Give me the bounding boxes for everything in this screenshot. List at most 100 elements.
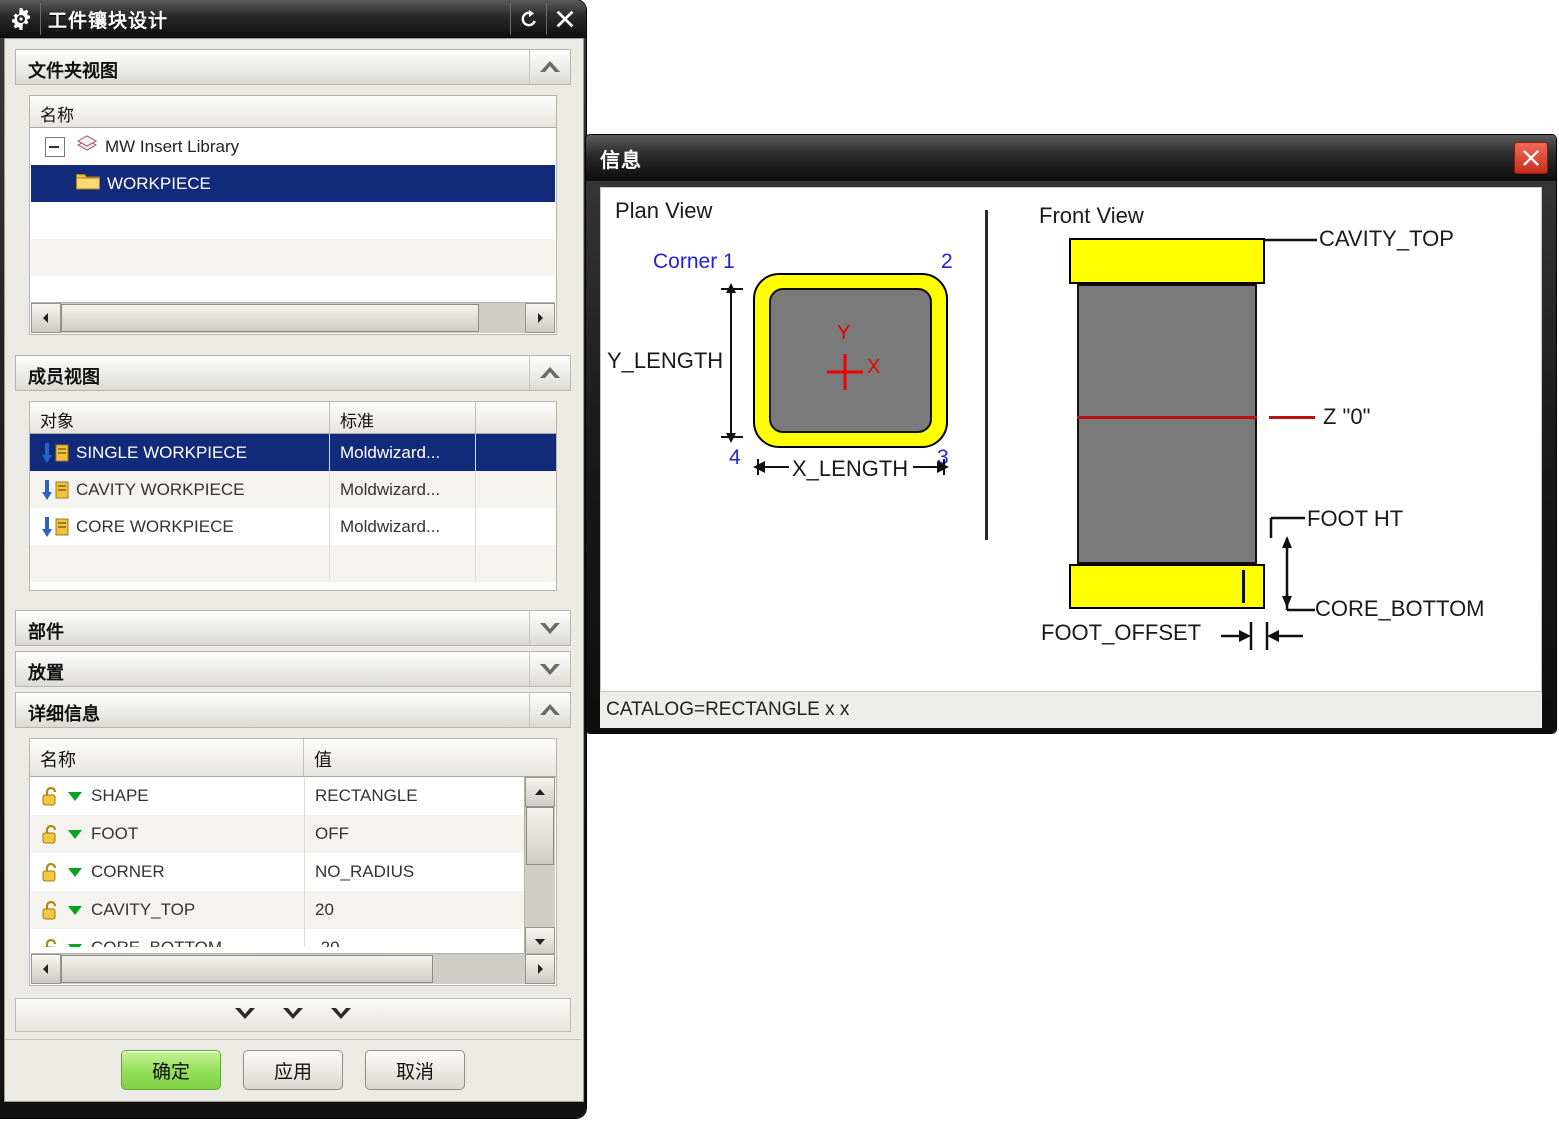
table-row[interactable]: CORE_BOTTOM -20 [31, 929, 527, 947]
folder-view-header[interactable]: 文件夹视图 [15, 49, 571, 85]
dropdown-triangle-icon[interactable] [67, 866, 83, 878]
details-value-cell[interactable]: RECTANGLE [305, 777, 527, 815]
unlock-icon[interactable] [41, 823, 61, 845]
close-icon[interactable] [1514, 142, 1548, 174]
details-section-header[interactable]: 详细信息 [15, 692, 571, 728]
tree-item-label: WORKPIECE [107, 173, 211, 193]
unlock-icon[interactable] [41, 785, 61, 807]
z-zero-line [1077, 416, 1257, 419]
parts-section-title: 部件 [28, 622, 64, 642]
member-icon [40, 516, 70, 538]
member-column-object: 对象 [30, 402, 330, 433]
axis-x-label: X [867, 356, 881, 378]
table-row[interactable]: SINGLE WORKPIECE Moldwizard... [30, 434, 556, 471]
details-name-label: FOOT [91, 824, 139, 843]
folder-tree[interactable]: MW Insert Library WORKPIECE [31, 128, 555, 300]
details-name-cell: CORNER [31, 853, 305, 891]
unlock-icon[interactable] [41, 899, 61, 921]
placement-section-header[interactable]: 放置 [15, 651, 571, 687]
details-name-label: CORNER [91, 862, 165, 881]
chevron-down-icon-3[interactable] [328, 1005, 354, 1026]
unlock-icon[interactable] [41, 861, 61, 883]
unlock-icon[interactable] [41, 937, 61, 947]
tree-empty-row [31, 202, 555, 239]
details-value-cell[interactable]: 20 [305, 891, 527, 929]
foot-ht-label: FOOT HT [1307, 506, 1404, 531]
dropdown-triangle-icon[interactable] [67, 828, 83, 840]
details-hscrollbar[interactable] [31, 953, 555, 984]
details-vscrollbar[interactable] [524, 777, 555, 957]
hscroll-track[interactable] [61, 303, 525, 333]
details-value-cell[interactable]: NO_RADIUS [305, 853, 527, 891]
details-table-header: 名称 值 [30, 739, 556, 777]
dropdown-triangle-icon[interactable] [67, 942, 83, 947]
more-options-bar[interactable] [15, 998, 571, 1032]
member-extra-cell [476, 434, 556, 471]
member-icon [40, 442, 70, 464]
apply-button[interactable]: 应用 [243, 1050, 343, 1090]
chevron-up-icon-folder-view[interactable] [529, 50, 570, 84]
vscroll-track[interactable] [525, 807, 555, 927]
titlebar-divider-3 [546, 3, 547, 35]
ok-button[interactable]: 确定 [121, 1050, 221, 1090]
member-view-header[interactable]: 成员视图 [15, 355, 571, 391]
dropdown-triangle-icon[interactable] [67, 790, 83, 802]
view-divider [985, 210, 988, 540]
details-value-cell[interactable]: OFF [305, 815, 527, 853]
cancel-button[interactable]: 取消 [365, 1050, 465, 1090]
hscroll-thumb[interactable] [61, 304, 479, 332]
chevron-up-icon-member-view[interactable] [529, 356, 570, 390]
y-length-label: Y_LENGTH [607, 348, 724, 373]
table-row[interactable]: FOOT OFF [31, 815, 527, 853]
member-view-title: 成员视图 [28, 367, 100, 387]
axis-y-label: Y [837, 322, 851, 344]
scroll-left-icon[interactable] [31, 954, 61, 984]
hscroll-track[interactable] [61, 954, 525, 984]
cavity-top-label: CAVITY_TOP [1319, 226, 1454, 251]
details-rows[interactable]: SHAPE RECTANGLE FOOT OFF CORNER NO_RADIU… [31, 777, 527, 947]
chevron-down-icon-2[interactable] [280, 1005, 306, 1026]
member-column-extra [476, 402, 556, 433]
foot-offset-dimension [1221, 622, 1303, 650]
library-icon [75, 134, 99, 159]
vscroll-thumb[interactable] [526, 807, 554, 865]
dropdown-triangle-icon[interactable] [67, 904, 83, 916]
member-table-header: 对象 标准 [30, 402, 556, 434]
details-value-cell[interactable]: -20 [305, 929, 527, 947]
member-object-label: CORE WORKPIECE [76, 516, 234, 536]
table-row[interactable]: CORE WORKPIECE Moldwizard... [30, 508, 556, 545]
details-name-cell: CAVITY_TOP [31, 891, 305, 929]
scroll-up-icon[interactable] [525, 777, 555, 807]
member-object-label: CAVITY WORKPIECE [76, 479, 245, 499]
folder-column-name: 名称 [40, 106, 74, 125]
chevron-down-icon-placement[interactable] [529, 652, 570, 686]
table-row[interactable]: CAVITY_TOP 20 [31, 891, 527, 929]
corner-1-label: Corner 1 [653, 250, 735, 273]
table-row[interactable]: CORNER NO_RADIUS [31, 853, 527, 891]
workpiece-insert-design-window: 工件镶块设计 文件夹视图 名称 MW Insert Library WORKPI… [0, 0, 586, 1118]
info-diagram-area: Plan View Corner 1 2 3 4 Y_LENGTH X_LENG… [600, 187, 1542, 692]
folder-tree-panel: 名称 MW Insert Library WORKPIECE [29, 95, 557, 335]
table-row[interactable]: CAVITY WORKPIECE Moldwizard... [30, 471, 556, 508]
chevron-down-icon-1[interactable] [232, 1005, 258, 1026]
chevron-up-icon-details[interactable] [529, 693, 570, 727]
tree-item-mw-insert-library[interactable]: MW Insert Library [31, 128, 555, 165]
scroll-right-icon[interactable] [525, 303, 555, 333]
parts-section-header[interactable]: 部件 [15, 610, 571, 646]
tree-item-workpiece[interactable]: WORKPIECE [31, 165, 555, 202]
reset-icon[interactable] [514, 4, 544, 34]
expander-minus-icon[interactable] [45, 136, 65, 157]
close-icon[interactable] [550, 4, 580, 34]
details-name-cell: CORE_BOTTOM [31, 929, 305, 947]
folder-tree-hscrollbar[interactable] [31, 302, 555, 333]
chevron-down-icon-parts[interactable] [529, 611, 570, 645]
foot-offset-tick [1242, 570, 1245, 603]
member-object-cell: SINGLE WORKPIECE [30, 434, 330, 471]
scroll-right-icon[interactable] [525, 954, 555, 984]
placement-section-title: 放置 [28, 663, 64, 683]
table-row[interactable]: SHAPE RECTANGLE [31, 777, 527, 815]
scroll-left-icon[interactable] [31, 303, 61, 333]
hscroll-thumb[interactable] [61, 955, 433, 983]
titlebar-divider-2 [510, 3, 511, 35]
dialog-body: 文件夹视图 名称 MW Insert Library WORKPIECE 成员视… [4, 38, 584, 1102]
